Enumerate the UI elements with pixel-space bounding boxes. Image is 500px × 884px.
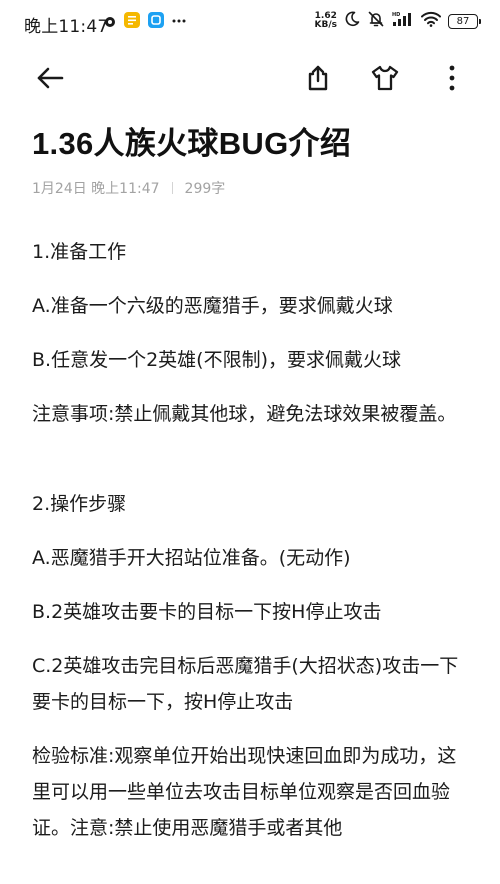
paragraph: B.任意发一个2英雄(不限制)，要求佩戴火球 [32, 349, 401, 371]
share-icon [304, 64, 332, 96]
paragraph: 注意事项:禁止佩戴其他球，避免法球效果被覆盖。 [32, 403, 457, 425]
article-body[interactable]: 1.准备工作 A.准备一个六级的恶魔猎手，要求佩戴火球 B.任意发一个2英雄(不… [32, 234, 472, 864]
paragraph: C.2英雄攻击完目标后恶魔猎手(大招状态)攻击一下要卡的目标一下，按H停止攻击 [32, 655, 459, 713]
theme-button[interactable] [369, 64, 401, 96]
network-speed: 1.62 KB/s [315, 12, 337, 30]
cellular-signal-icon: HD [392, 11, 414, 31]
more-options-button[interactable] [436, 64, 468, 96]
wifi-icon [421, 11, 441, 31]
meta-divider [171, 182, 173, 194]
notification-dot-icon [104, 13, 116, 32]
paragraph-section-heading: 1.准备工作 [32, 241, 127, 263]
article-date: 1月24日 晚上11:47 [32, 181, 160, 197]
paragraph: A.恶魔猎手开大招站位准备。(无动作) [32, 547, 351, 569]
status-time: 晚上11:47 [24, 17, 109, 37]
paragraph: A.准备一个六级的恶魔猎手，要求佩戴火球 [32, 295, 393, 317]
article-title: 1.36人族火球BUG介绍 [32, 126, 352, 161]
share-button[interactable] [302, 64, 334, 96]
status-notification-icons [104, 12, 186, 32]
mute-bell-icon [367, 10, 385, 32]
battery-indicator: 87 [448, 13, 481, 29]
paragraph: 检验标准:观察单位开始出现快速回血即为成功，这里可以用一些单位去攻击目标单位观察… [32, 745, 457, 839]
network-speed-unit: KB/s [314, 20, 337, 30]
back-button[interactable] [34, 64, 66, 96]
paragraph-section-heading: 2.操作步骤 [32, 493, 127, 515]
word-count: 299字 [184, 181, 226, 197]
status-bar: 晚上11:47 1.62 KB/s HD 87 [0, 0, 500, 46]
tshirt-icon [370, 64, 400, 96]
moon-icon [344, 11, 360, 31]
top-toolbar [0, 50, 500, 110]
status-system-icons: 1.62 KB/s HD 87 [315, 10, 481, 32]
svg-text:HD: HD [392, 12, 400, 18]
article-meta: 1月24日 晚上11:47 299字 [32, 178, 225, 198]
app-notification-icon [148, 12, 164, 32]
more-vertical-icon [447, 64, 457, 96]
arrow-left-icon [35, 63, 65, 97]
more-notifications-icon [172, 13, 186, 32]
paragraph: B.2英雄攻击要卡的目标一下按H停止攻击 [32, 601, 382, 623]
notes-app-icon [124, 12, 140, 32]
